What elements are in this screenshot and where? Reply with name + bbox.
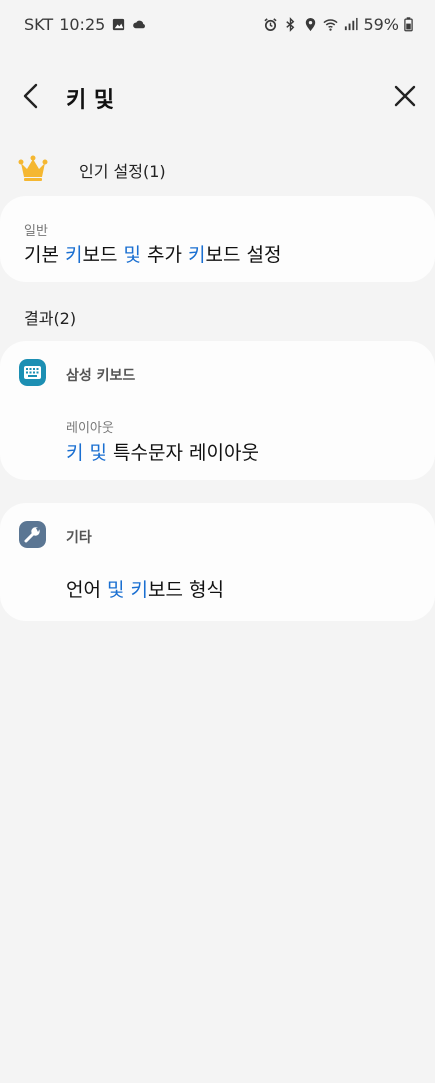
app-header: 키 및 (0, 70, 435, 122)
text-part-highlight: 및 (107, 579, 125, 601)
result-card-other[interactable]: 기타 언어 및 키보드 형식 (0, 503, 435, 621)
crown-icon (18, 155, 48, 181)
popular-settings-row: 인기 설정(1) (18, 152, 418, 186)
clock: 10:25 (59, 15, 106, 34)
text-part-highlight: 키 (130, 579, 149, 601)
cloud-icon (133, 20, 146, 29)
gallery-icon (113, 18, 125, 31)
popular-settings-label: 인기 설정(1) (79, 162, 166, 181)
text-part: 추가 (140, 244, 189, 266)
result-card-general[interactable]: 일반 기본 키보드 및 추가 키보드 설정 (0, 196, 435, 282)
category-label: 일반 (24, 224, 48, 239)
text-part: 보드 설정 (205, 244, 282, 266)
text-part: 언어 (66, 579, 107, 601)
status-bar: SKT 10:25 59% (0, 0, 435, 50)
keyboard-icon (19, 359, 46, 386)
text-part-highlight: 키 (188, 244, 206, 266)
carrier-label: SKT (24, 15, 54, 34)
battery-icon (404, 17, 413, 32)
text-part: 보드 형식 (148, 579, 224, 601)
battery-percent: 59% (363, 15, 399, 34)
text-part-highlight: 및 (123, 244, 141, 266)
result-title: 키 및 특수문자 레이아웃 (66, 438, 259, 465)
close-icon[interactable] (389, 80, 421, 112)
text-part-highlight: 키 (65, 244, 83, 266)
text-part: 기본 (24, 244, 65, 266)
text-part-highlight: 키 (66, 442, 84, 464)
text-part-highlight: 및 (89, 442, 108, 464)
alarm-icon (264, 18, 278, 31)
status-left: SKT 10:25 (24, 15, 147, 34)
category-label: 레이아웃 (66, 421, 114, 436)
status-right: 59% (263, 15, 413, 34)
result-title: 기본 키보드 및 추가 키보드 설정 (24, 240, 281, 267)
results-count-label: 결과(2) (24, 309, 77, 328)
text-part: 보드 (82, 244, 124, 266)
wrench-icon (19, 521, 46, 548)
app-name: 삼성 키보드 (66, 368, 136, 384)
result-title: 언어 및 키보드 형식 (66, 575, 224, 602)
text-part: 특수문자 레이아웃 (107, 442, 259, 464)
result-card-samsung-keyboard[interactable]: 삼성 키보드 레이아웃 키 및 특수문자 레이아웃 (0, 341, 435, 480)
wifi-icon (323, 19, 339, 31)
app-name: 기타 (66, 530, 92, 546)
location-icon (306, 17, 316, 32)
search-query-title[interactable]: 키 및 (66, 82, 114, 114)
chevron-left-icon[interactable] (16, 80, 48, 112)
signal-icon (345, 17, 358, 31)
bluetooth-icon (286, 17, 295, 32)
